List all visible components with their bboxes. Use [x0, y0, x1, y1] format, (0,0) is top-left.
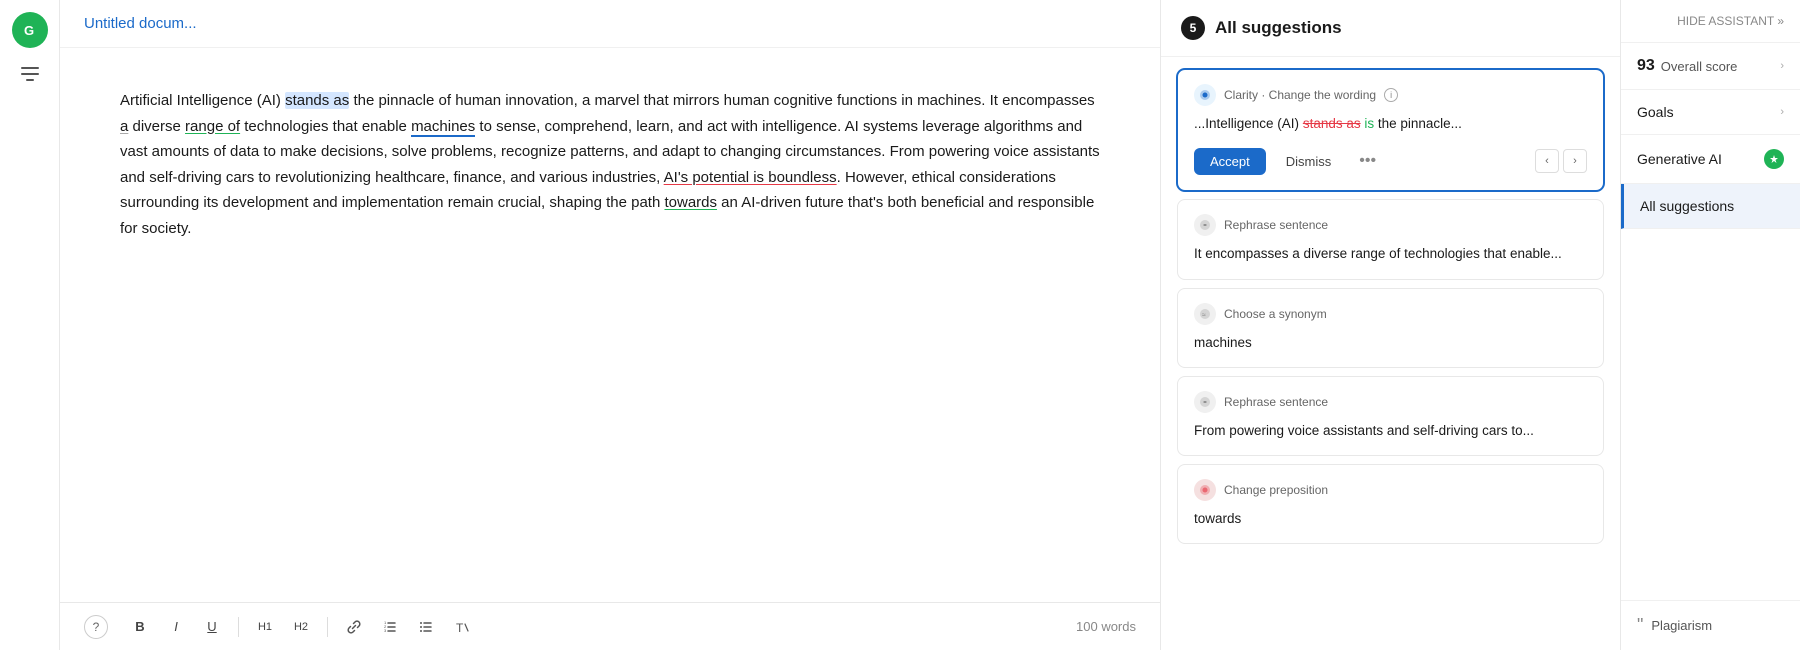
suggestions-title: All suggestions — [1215, 18, 1342, 38]
highlighted-text: stands as — [285, 92, 349, 109]
suggestions-header: 5 All suggestions — [1161, 0, 1620, 57]
menu-line-1 — [21, 67, 39, 69]
suggestion-card-rephrase-2[interactable]: Rephrase sentence From powering voice as… — [1177, 376, 1604, 456]
underlined-potential: AI's potential is boundless — [664, 169, 837, 186]
clarity-icon — [1194, 84, 1216, 106]
editor-paragraph: Artificial Intelligence (AI) stands as t… — [120, 88, 1100, 241]
help-button[interactable]: ? — [84, 615, 108, 639]
accept-button[interactable]: Accept — [1194, 148, 1266, 175]
h2-button[interactable]: H2 — [285, 611, 317, 643]
link-button[interactable] — [338, 611, 370, 643]
menu-line-3 — [26, 79, 34, 81]
suggestions-badge: 5 — [1181, 16, 1205, 40]
unordered-list-button[interactable] — [410, 611, 442, 643]
all-suggestions-label: All suggestions — [1640, 198, 1734, 214]
next-suggestion-button[interactable]: › — [1563, 149, 1587, 173]
synonym-icon: ≈ — [1194, 303, 1216, 325]
info-icon-1[interactable]: i — [1384, 88, 1398, 102]
goals-label: Goals — [1637, 104, 1674, 120]
toolbar-separator-1 — [238, 617, 239, 637]
underlined-machines: machines — [411, 118, 475, 137]
overall-score-item[interactable]: 93 Overall score › — [1621, 43, 1800, 90]
editor-content[interactable]: Artificial Intelligence (AI) stands as t… — [60, 48, 1160, 602]
ordered-list-button[interactable]: 123 — [374, 611, 406, 643]
suggestion-text-2: It encompasses a diverse range of techno… — [1194, 244, 1587, 264]
suggestion-type-row: Clarity · Change the wording i — [1194, 84, 1587, 106]
suggestion-text-1: ...Intelligence (AI) stands as is the pi… — [1194, 114, 1587, 134]
underlined-range-of: range of — [185, 118, 240, 135]
suggestion-text-3: machines — [1194, 333, 1587, 353]
italic-button[interactable]: I — [160, 611, 192, 643]
score-number: 93 — [1637, 57, 1655, 75]
suggestion-card-rephrase-1[interactable]: Rephrase sentence It encompasses a diver… — [1177, 199, 1604, 279]
new-word: is — [1364, 116, 1374, 131]
logo-button[interactable]: G — [12, 12, 48, 48]
hamburger-menu-button[interactable] — [12, 60, 48, 88]
prev-suggestion-button[interactable]: ‹ — [1535, 149, 1559, 173]
suggestion-actions-1: Accept Dismiss ••• ‹ › — [1194, 146, 1587, 176]
hide-assistant-button[interactable]: HIDE ASSISTANT » — [1621, 0, 1800, 43]
suggestions-panel: 5 All suggestions Clarity · Change the w… — [1160, 0, 1620, 650]
nav-arrows: ‹ › — [1535, 149, 1587, 173]
menu-line-2 — [21, 73, 39, 75]
svg-text:G: G — [24, 23, 34, 38]
suggestion-type-row-4: Rephrase sentence — [1194, 391, 1587, 413]
suggestion-card-clarity[interactable]: Clarity · Change the wording i ...Intell… — [1177, 69, 1604, 191]
rephrase-icon-1 — [1194, 214, 1216, 236]
rephrase-icon-2 — [1194, 391, 1216, 413]
generative-ai-label: Generative AI — [1637, 151, 1722, 167]
word-count: 100 words — [1076, 619, 1136, 634]
score-text: Overall score — [1661, 59, 1738, 74]
suggestion-type-row-2: Rephrase sentence — [1194, 214, 1587, 236]
preposition-icon — [1194, 479, 1216, 501]
svg-text:3: 3 — [384, 628, 387, 633]
underline-button[interactable]: U — [196, 611, 228, 643]
suggestion-type-label-2: Rephrase sentence — [1224, 218, 1328, 232]
left-sidebar: G — [0, 0, 60, 650]
suggestion-card-synonym[interactable]: ≈ Choose a synonym machines — [1177, 288, 1604, 368]
generative-ai-item[interactable]: Generative AI — [1621, 135, 1800, 184]
suggestion-text-4: From powering voice assistants and self-… — [1194, 421, 1587, 441]
clear-format-button[interactable]: T — [446, 611, 478, 643]
old-word: stands as — [1303, 116, 1361, 131]
score-label: 93 Overall score — [1637, 57, 1737, 75]
plagiarism-label: Plagiarism — [1651, 618, 1712, 633]
suggestion-text-5: towards — [1194, 509, 1587, 529]
plagiarism-section[interactable]: " Plagiarism — [1621, 600, 1800, 650]
right-panel: HIDE ASSISTANT » 93 Overall score › Goal… — [1620, 0, 1800, 650]
toolbar-separator-2 — [327, 617, 328, 637]
goals-chevron-icon: › — [1780, 106, 1784, 118]
suggestion-type-row-3: ≈ Choose a synonym — [1194, 303, 1587, 325]
suggestion-card-preposition[interactable]: Change preposition towards — [1177, 464, 1604, 544]
all-suggestions-item[interactable]: All suggestions — [1621, 184, 1800, 229]
document-title[interactable]: Untitled docum... — [84, 15, 197, 32]
bold-button[interactable]: B — [124, 611, 156, 643]
suggestion-type-label-1: Clarity · Change the wording — [1224, 88, 1376, 102]
plagiarism-icon: " — [1637, 615, 1643, 636]
svg-text:T: T — [456, 621, 464, 635]
suggestion-type-label-5: Change preposition — [1224, 483, 1328, 497]
generative-ai-icon — [1764, 149, 1784, 169]
editor-area: Untitled docum... Artificial Intelligenc… — [60, 0, 1160, 650]
underlined-towards: towards — [664, 194, 717, 211]
h1-button[interactable]: H1 — [249, 611, 281, 643]
suggestion-type-row-5: Change preposition — [1194, 479, 1587, 501]
goals-item[interactable]: Goals › — [1621, 90, 1800, 135]
more-options-button[interactable]: ••• — [1351, 146, 1384, 176]
editor-toolbar: ? B I U H1 H2 123 T 100 words — [60, 602, 1160, 650]
editor-header: Untitled docum... — [60, 0, 1160, 48]
underlined-a: a — [120, 118, 128, 135]
suggestion-type-label-3: Choose a synonym — [1224, 307, 1327, 321]
suggestions-list: Clarity · Change the wording i ...Intell… — [1161, 57, 1620, 650]
dismiss-button[interactable]: Dismiss — [1274, 148, 1344, 175]
suggestion-type-label-4: Rephrase sentence — [1224, 395, 1328, 409]
chevron-right-icon: › — [1780, 60, 1784, 72]
svg-text:≈: ≈ — [1202, 312, 1206, 319]
